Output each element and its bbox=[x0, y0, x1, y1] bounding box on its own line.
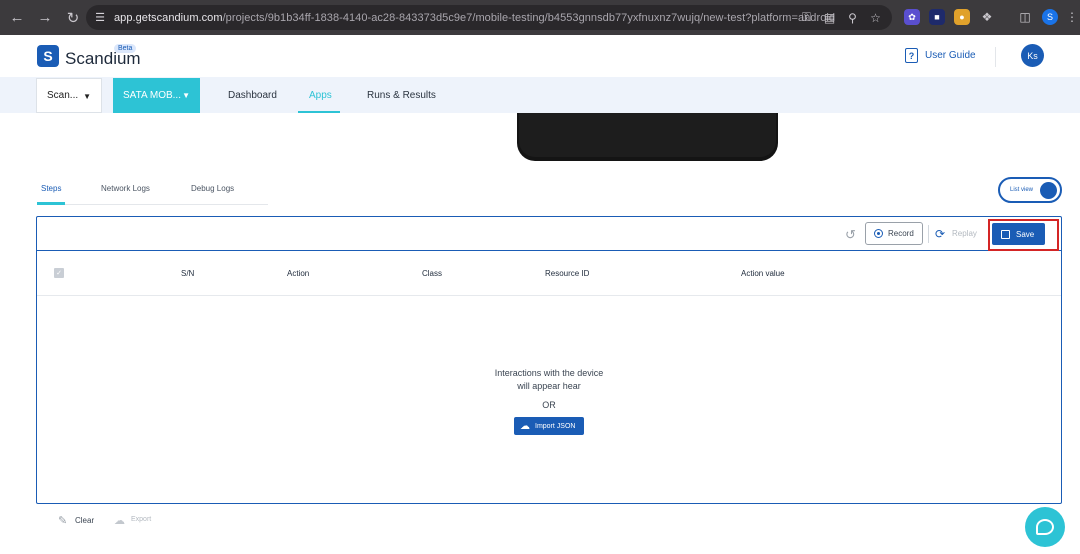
empty-state-line-1: Interactions with the device bbox=[494, 368, 604, 378]
import-json-button[interactable]: ☁ Import JSON bbox=[514, 417, 584, 435]
steps-table-header: ✓ S/N Action Class Resource ID Action va… bbox=[37, 251, 1061, 296]
caret-down-icon: ▼ bbox=[83, 92, 91, 101]
url-path: /projects/9b1b34ff-1838-4140-ac28-843373… bbox=[222, 11, 836, 24]
app-select-value: SATA MOB... bbox=[123, 90, 181, 101]
empty-state-line-2: will appear hear bbox=[517, 381, 581, 391]
zoom-icon[interactable]: ⚲ bbox=[844, 9, 861, 26]
chat-widget-button[interactable] bbox=[1025, 507, 1065, 547]
tab-dashboard[interactable]: Dashboard bbox=[228, 90, 277, 101]
steps-tab-indicator bbox=[37, 202, 65, 205]
user-avatar[interactable]: Ks bbox=[1021, 44, 1044, 67]
record-label: Record bbox=[888, 229, 914, 238]
select-all-checkbox[interactable]: ✓ bbox=[54, 268, 64, 278]
extension-shield-icon[interactable]: ■ bbox=[929, 9, 945, 25]
back-icon[interactable]: ← bbox=[6, 7, 28, 29]
replay-button[interactable]: Replay bbox=[952, 229, 977, 238]
clear-button[interactable]: Clear bbox=[75, 516, 94, 525]
steps-toolbar: ↺ Record ⟳ Replay Save bbox=[37, 217, 1061, 251]
column-action-value: Action value bbox=[741, 269, 785, 278]
list-view-toggle[interactable]: List view bbox=[998, 177, 1062, 203]
forward-icon[interactable]: → bbox=[34, 7, 56, 29]
app-select[interactable]: SATA MOB... ▼ bbox=[113, 78, 200, 113]
column-resource-id: Resource ID bbox=[545, 269, 590, 278]
cloud-export-icon[interactable]: ☁ bbox=[114, 514, 125, 527]
column-class: Class bbox=[422, 269, 443, 278]
reload-icon[interactable]: ↻ bbox=[62, 7, 84, 29]
browser-menu-icon[interactable]: ⋮ bbox=[1064, 9, 1080, 25]
user-guide-link[interactable]: User Guide bbox=[925, 50, 976, 61]
profile-avatar[interactable]: S bbox=[1042, 9, 1058, 25]
save-highlight: Save bbox=[988, 219, 1059, 251]
export-button[interactable]: Export bbox=[131, 516, 151, 523]
toggle-knob bbox=[1040, 182, 1057, 199]
column-action: Action bbox=[287, 269, 310, 278]
side-panel-icon[interactable]: ◫ bbox=[1017, 9, 1033, 25]
chat-bubble-icon bbox=[1036, 519, 1054, 535]
password-key-icon[interactable]: ⚿ bbox=[798, 9, 815, 26]
sub-navigation: Scan... ▼ SATA MOB... ▼ Dashboard Apps R… bbox=[0, 77, 1080, 113]
or-label: OR bbox=[542, 400, 556, 410]
tab-steps[interactable]: Steps bbox=[41, 184, 61, 193]
save-button[interactable]: Save bbox=[992, 223, 1045, 245]
undo-icon[interactable]: ↺ bbox=[845, 227, 856, 243]
content-tabs: Steps Network Logs Debug Logs bbox=[37, 178, 268, 205]
device-preview[interactable] bbox=[517, 113, 778, 161]
extension-fox-icon[interactable]: ● bbox=[954, 9, 970, 25]
cast-icon[interactable]: ▤ bbox=[821, 9, 838, 26]
record-button[interactable]: Record bbox=[865, 222, 923, 245]
list-view-label: List view bbox=[1010, 187, 1034, 193]
save-label: Save bbox=[1016, 229, 1035, 239]
empty-state-message: Interactions with the device will appear… bbox=[37, 367, 1061, 393]
tab-network-logs[interactable]: Network Logs bbox=[101, 184, 150, 193]
extensions-menu-icon[interactable]: ❖ bbox=[979, 9, 995, 25]
active-tab-indicator bbox=[298, 111, 340, 113]
project-select-value: Scan... bbox=[47, 90, 79, 101]
toolbar-divider bbox=[928, 225, 929, 243]
record-icon bbox=[874, 229, 883, 238]
omnibox-actions: ⚿ ▤ ⚲ ☆ bbox=[798, 9, 884, 26]
bookmark-star-icon[interactable]: ☆ bbox=[867, 9, 884, 26]
extension-puzzle-icon[interactable]: ✿ bbox=[904, 9, 920, 25]
tab-runs-results[interactable]: Runs & Results bbox=[367, 90, 436, 101]
floppy-disk-icon bbox=[1001, 229, 1010, 239]
url-host: app.getscandium.com bbox=[114, 11, 223, 24]
replay-icon[interactable]: ⟳ bbox=[935, 227, 945, 241]
url-text[interactable]: app.getscandium.com/projects/9b1b34ff-18… bbox=[114, 12, 835, 24]
user-guide-icon[interactable]: ? bbox=[905, 48, 918, 63]
steps-footer: ✎ Clear ☁ Export bbox=[36, 504, 1062, 538]
tab-apps[interactable]: Apps bbox=[309, 90, 332, 101]
tab-debug-logs[interactable]: Debug Logs bbox=[191, 184, 234, 193]
scandium-logo-icon[interactable]: S bbox=[37, 45, 59, 67]
column-sn: S/N bbox=[181, 269, 195, 278]
project-select[interactable]: Scan... ▼ bbox=[36, 78, 102, 113]
beta-badge: Beta bbox=[114, 44, 137, 53]
app-header: S Scandium Beta ? User Guide Ks bbox=[0, 35, 1080, 77]
import-json-label: Import JSON bbox=[535, 422, 576, 430]
site-info-icon[interactable]: ☰ bbox=[92, 10, 108, 26]
address-bar[interactable]: ☰ app.getscandium.com/projects/9b1b34ff-… bbox=[86, 5, 892, 30]
header-divider bbox=[995, 47, 996, 67]
browser-toolbar: ← → ↻ ☰ app.getscandium.com/projects/9b1… bbox=[0, 0, 1080, 35]
caret-down-icon: ▼ bbox=[182, 91, 190, 100]
cloud-upload-icon: ☁ bbox=[520, 420, 530, 432]
steps-panel: ↺ Record ⟳ Replay Save ✓ S/N Action Clas… bbox=[36, 216, 1062, 504]
broom-icon[interactable]: ✎ bbox=[58, 514, 67, 527]
